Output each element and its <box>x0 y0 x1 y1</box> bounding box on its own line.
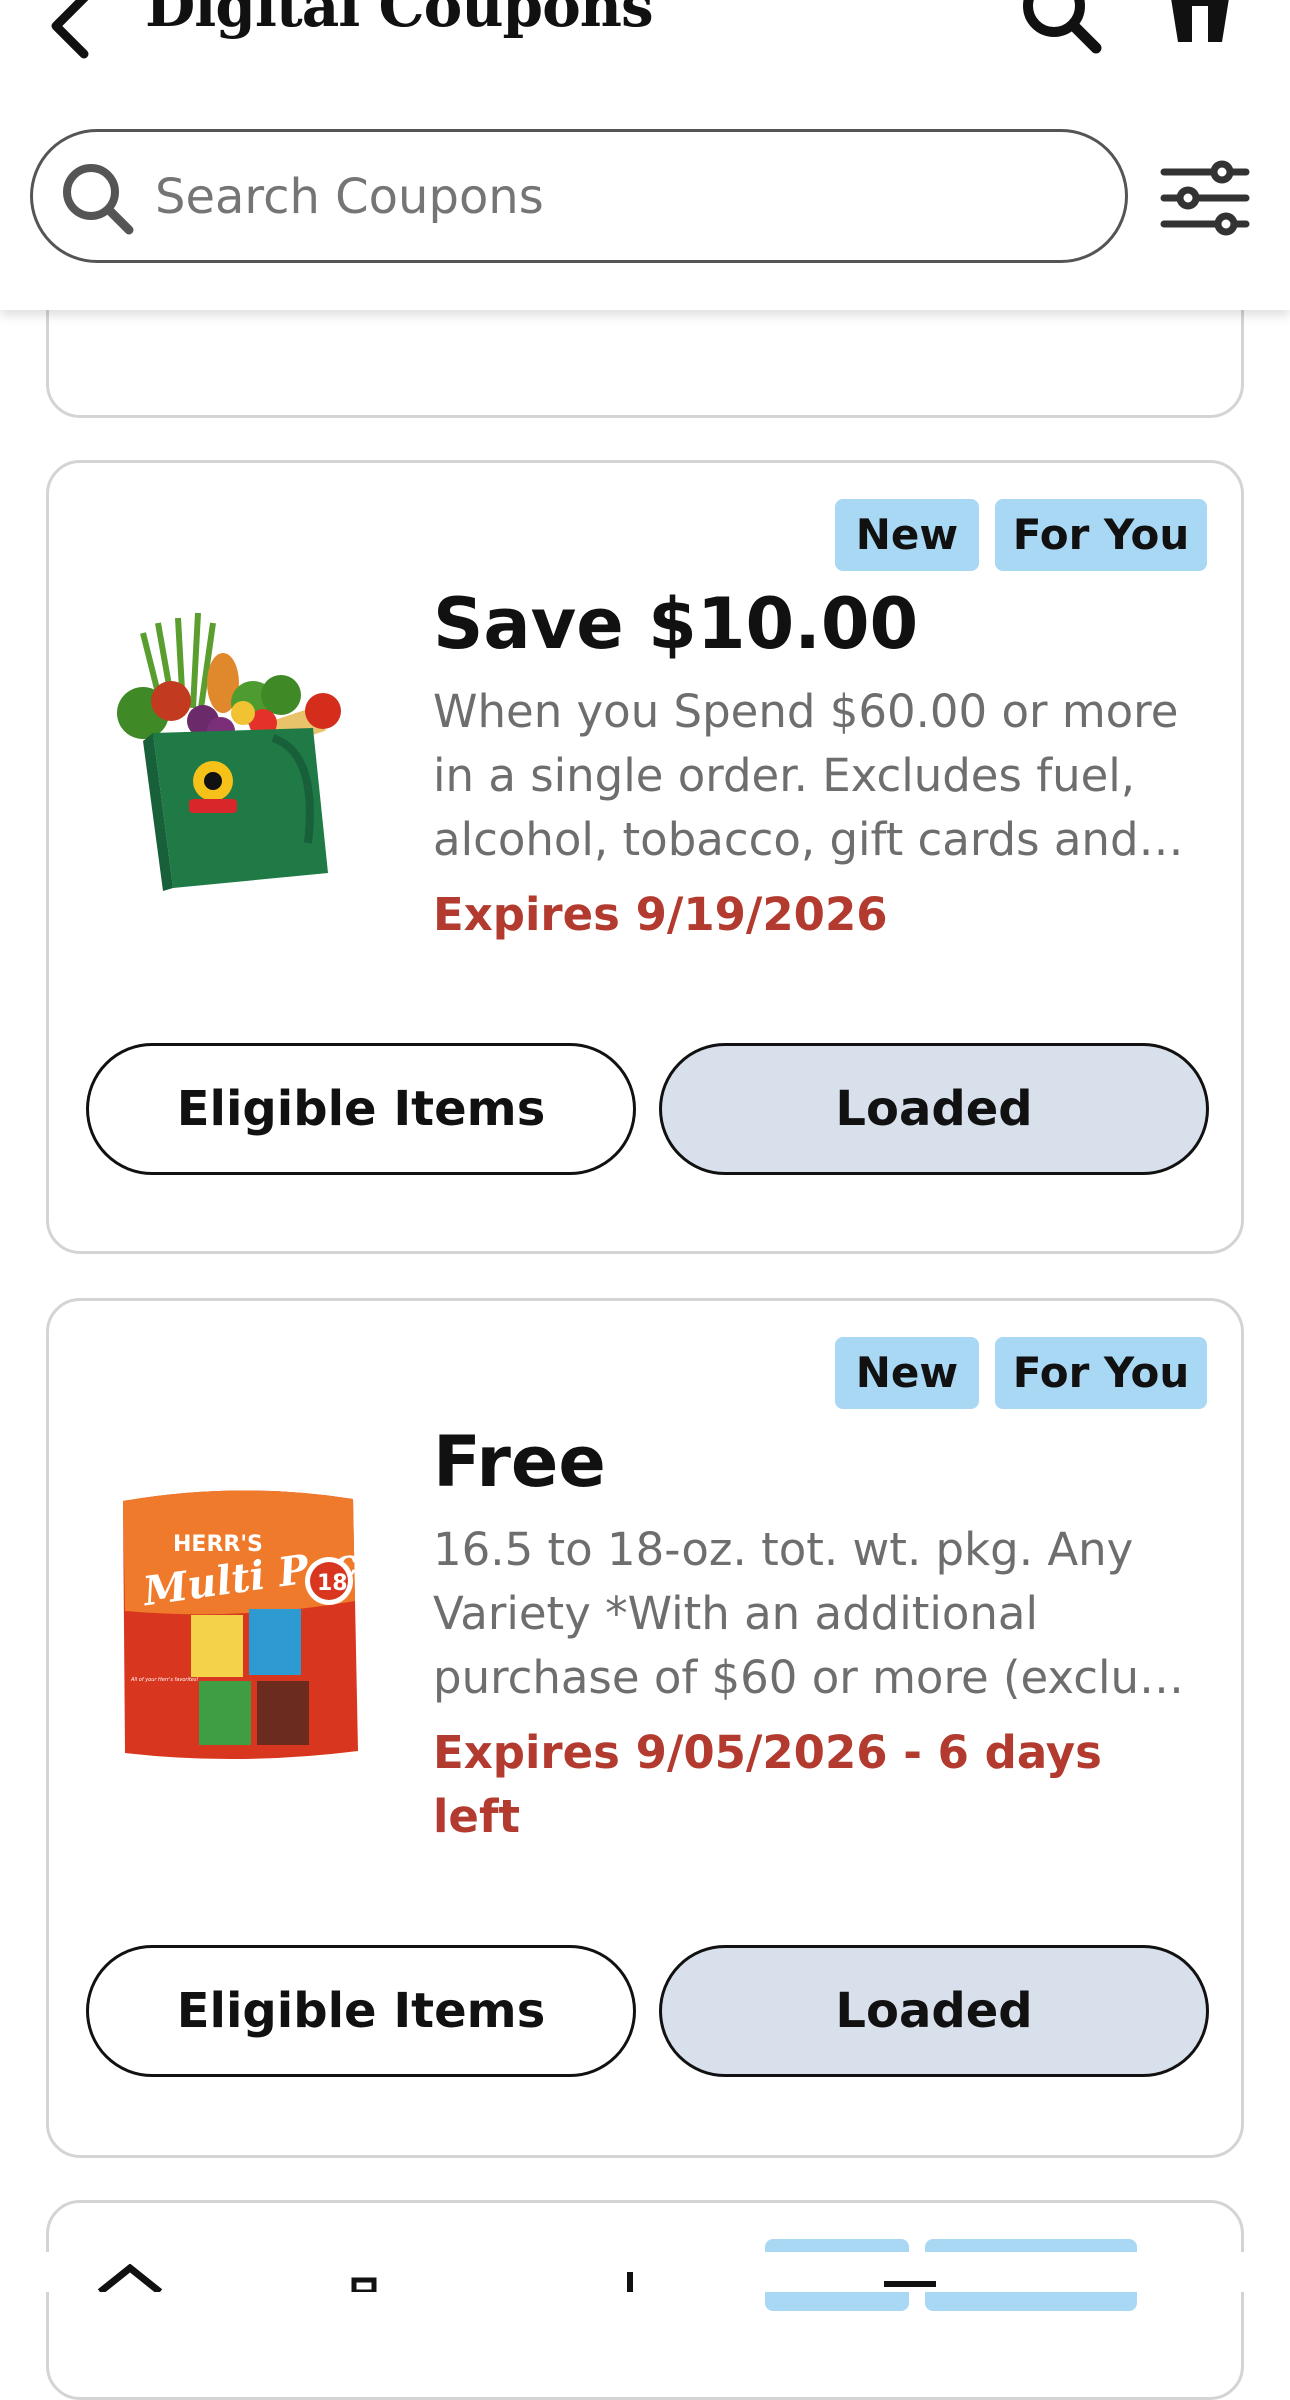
new-badge: New <box>835 1337 979 1409</box>
bottom-navigation <box>0 2252 1290 2292</box>
coupon-icon[interactable] <box>620 2268 640 2292</box>
search-icon <box>63 164 134 235</box>
app-header: Digital Coupons <box>0 0 1290 310</box>
grocery-bag-image <box>117 612 341 891</box>
page-title: Digital Coupons <box>145 0 654 40</box>
herrs-multi-pack-image: HERR'S Multi Pack 18 All of your Herr's … <box>123 1490 373 1760</box>
offer-title: Save $10.00 <box>433 583 919 665</box>
offer-description: When you Spend $60.00 or more in a singl… <box>433 685 1184 866</box>
loaded-button[interactable]: Loaded <box>659 1945 1209 2077</box>
coupon-card[interactable]: New For You HERR'S Multi Pack 18 All of … <box>46 1298 1244 2158</box>
home-icon[interactable] <box>80 2264 180 2292</box>
sliders-icon <box>1160 160 1250 236</box>
eligible-items-button[interactable]: Eligible Items <box>86 1043 636 1175</box>
for-you-badge: For You <box>995 1337 1207 1409</box>
filter-button[interactable] <box>1160 160 1250 236</box>
offer-description: 16.5 to 18-oz. tot. wt. pkg. Any Variety… <box>433 1523 1185 1704</box>
search-input[interactable] <box>155 154 1085 240</box>
cart-button[interactable] <box>1160 0 1240 52</box>
header-search-button[interactable] <box>1018 0 1104 54</box>
for-you-badge: For You <box>995 499 1207 571</box>
offer-expiry: Expires 9/05/2026 - 6 days left <box>433 1726 1102 1843</box>
back-button[interactable] <box>40 0 100 60</box>
cart-icon <box>1171 0 1229 42</box>
loaded-button[interactable]: Loaded <box>659 1043 1209 1175</box>
search-icon <box>1023 0 1102 54</box>
search-bar[interactable] <box>30 129 1128 263</box>
new-badge: New <box>835 499 979 571</box>
offer-expiry: Expires 9/19/2026 <box>433 888 888 941</box>
chevron-left-icon <box>51 0 89 59</box>
coupon-card-partial[interactable] <box>46 2200 1244 2400</box>
eligible-items-button[interactable]: Eligible Items <box>86 1945 636 2077</box>
coupon-card[interactable]: New For You Save $10.00 When you Spend $… <box>46 460 1244 1254</box>
count-text: 18 <box>317 1571 348 1596</box>
tag-text: All of your Herr's favorites! <box>130 1677 198 1683</box>
offer-title: Free <box>433 1421 606 1503</box>
menu-icon[interactable] <box>880 2276 940 2292</box>
list-icon[interactable] <box>350 2272 380 2292</box>
